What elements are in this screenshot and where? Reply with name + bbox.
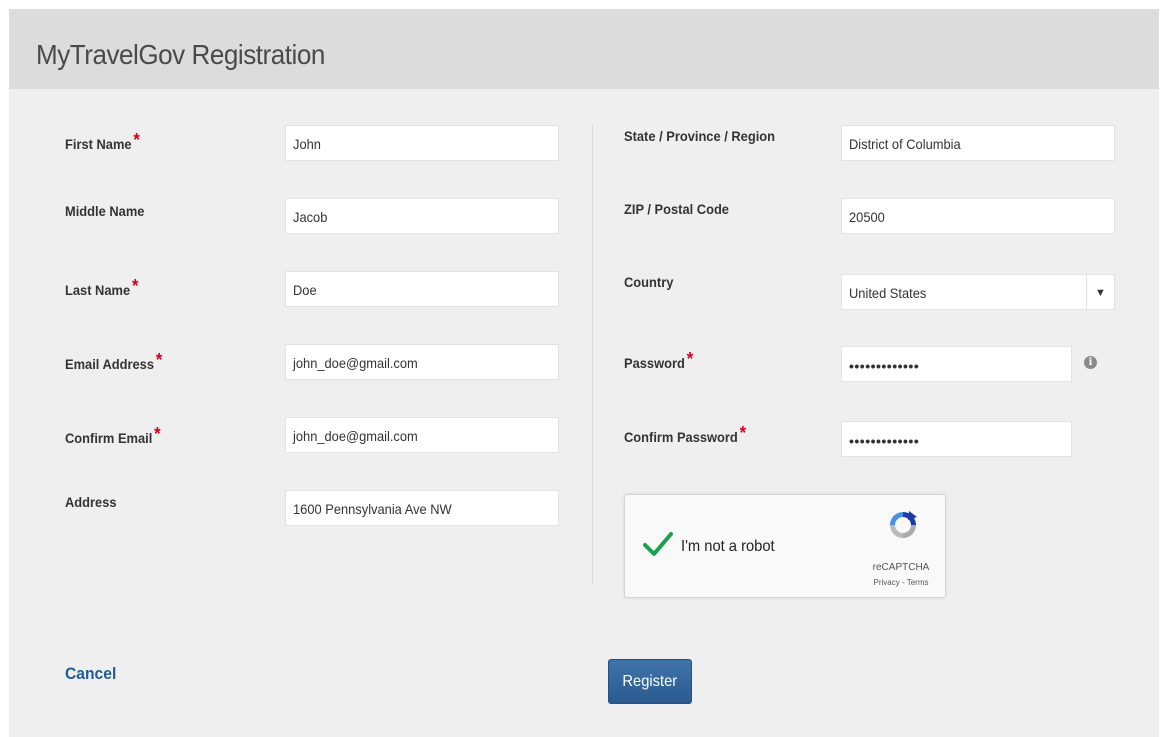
required-marker: * [739, 423, 747, 443]
required-marker: * [154, 424, 161, 444]
country-label: Country [624, 274, 674, 290]
confirm-password-input[interactable]: ••••••••••••• [841, 421, 1072, 457]
country-select[interactable]: United States ▼ [841, 274, 1115, 310]
password-input[interactable]: ••••••••••••• [841, 346, 1072, 382]
checkmark-icon[interactable] [643, 531, 673, 562]
info-icon[interactable]: i [1084, 356, 1097, 369]
required-marker: * [133, 130, 140, 150]
chevron-down-icon[interactable]: ▼ [1086, 275, 1114, 309]
page-header: MyTravelGov Registration [9, 9, 1159, 89]
state-input[interactable]: District of Columbia [841, 125, 1115, 161]
zip-label: ZIP / Postal Code [624, 201, 729, 217]
address-label: Address [65, 494, 117, 510]
last-name-input[interactable]: Doe [285, 271, 559, 307]
confirm-email-label: Confirm Email * [65, 424, 161, 446]
last-name-label: Last Name * [65, 276, 139, 298]
password-label: Password * [624, 349, 694, 371]
required-marker: * [155, 350, 163, 370]
state-label: State / Province / Region [624, 128, 776, 144]
page-title: MyTravelGov Registration [36, 39, 325, 70]
recaptcha-label: I'm not a robot [681, 538, 775, 555]
email-label: Email Address * [65, 350, 163, 372]
email-input[interactable]: john_doe@gmail.com [285, 344, 559, 380]
required-marker: * [686, 349, 694, 369]
zip-input[interactable]: 20500 [841, 198, 1115, 234]
registration-panel: MyTravelGov Registration First Name * Mid… [9, 9, 1159, 737]
cancel-link[interactable]: Cancel [65, 664, 116, 684]
middle-name-input[interactable]: Jacob [285, 198, 559, 234]
middle-name-label: Middle Name [65, 203, 145, 219]
required-marker: * [131, 276, 139, 296]
address-input[interactable]: 1600 Pennsylvania Ave NW [285, 490, 559, 526]
recaptcha-brand: reCAPTCHA [872, 562, 930, 573]
register-button[interactable]: Register [608, 659, 692, 704]
confirm-email-input[interactable]: john_doe@gmail.com [285, 417, 559, 453]
confirm-password-label: Confirm Password * [624, 423, 747, 445]
first-name-label: First Name * [65, 130, 140, 152]
recaptcha-privacy-terms-link[interactable]: Privacy - Terms [857, 578, 945, 587]
column-divider [592, 125, 593, 585]
recaptcha-widget: I'm not a robot reCAPTCHA Privacy - Term… [624, 494, 946, 598]
recaptcha-logo-icon [887, 509, 919, 546]
first-name-input[interactable]: John [285, 125, 559, 161]
